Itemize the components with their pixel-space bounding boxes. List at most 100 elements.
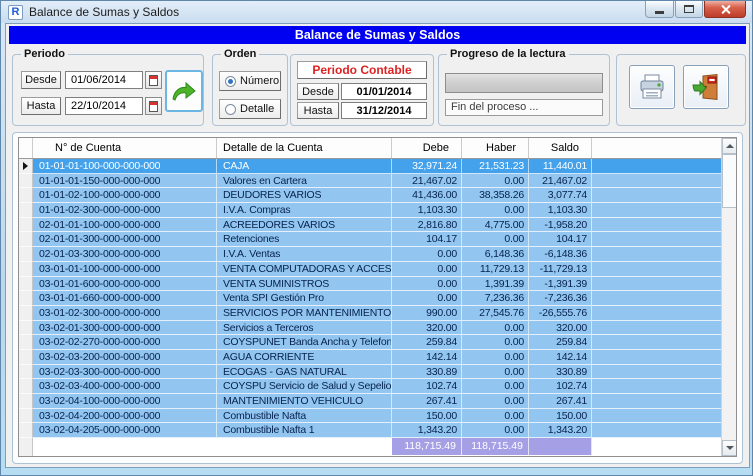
print-button[interactable]: [629, 65, 675, 109]
cell-cuenta: 02-01-03-300-000-000-000: [33, 247, 217, 262]
contable-hasta-button[interactable]: Hasta: [297, 102, 339, 119]
radio-option-detalle[interactable]: Detalle: [219, 99, 281, 119]
row-selector-cell: [19, 423, 33, 438]
totals-spacer: [217, 438, 392, 455]
cell-haber: 0.00: [462, 174, 529, 189]
titlebar[interactable]: R Balance de Sumas y Saldos: [1, 1, 752, 23]
periodo-hasta-button[interactable]: Hasta: [21, 97, 61, 115]
exit-button[interactable]: [683, 65, 729, 109]
table-row[interactable]: 03-02-03-200-000-000-000AGUA CORRIENTE14…: [19, 350, 736, 365]
table-row[interactable]: 02-01-03-300-000-000-000I.V.A. Ventas0.0…: [19, 247, 736, 262]
cell-filler: [592, 247, 736, 262]
table-row[interactable]: 03-02-04-200-000-000-000Combustible Naft…: [19, 409, 736, 424]
table-row[interactable]: 01-01-01-100-000-000-000CAJA32,971.2421,…: [19, 159, 736, 174]
row-selector-cell: [19, 262, 33, 277]
row-selector-cell: [19, 335, 33, 350]
table-row[interactable]: 03-02-03-400-000-000-000COYSPU Servicio …: [19, 379, 736, 394]
cell-debe: 150.00: [392, 409, 462, 424]
column-header[interactable]: Debe: [392, 138, 462, 158]
cell-filler: [592, 218, 736, 233]
scroll-down-button[interactable]: [722, 440, 737, 456]
table-row[interactable]: 03-01-01-100-000-000-000VENTA COMPUTADOR…: [19, 262, 736, 277]
cell-debe: 142.14: [392, 350, 462, 365]
vertical-scrollbar[interactable]: [721, 138, 736, 456]
periodo-desde-input[interactable]: 01/06/2014: [65, 71, 143, 89]
cell-filler: [592, 365, 736, 380]
table-row[interactable]: 01-01-02-100-000-000-000DEUDORES VARIOS4…: [19, 188, 736, 203]
cell-haber: 7,236.36: [462, 291, 529, 306]
cell-detalle: AGUA CORRIENTE: [217, 350, 392, 365]
table-row[interactable]: 02-01-01-300-000-000-000Retenciones104.1…: [19, 232, 736, 247]
cell-detalle: Combustible Nafta: [217, 409, 392, 424]
refresh-button[interactable]: [165, 70, 203, 112]
row-selector-cell: [19, 174, 33, 189]
table-row[interactable]: 03-02-01-300-000-000-000Servicios a Terc…: [19, 321, 736, 336]
contable-hasta-input[interactable]: 31/12/2014: [341, 102, 427, 119]
radio-icon: [225, 104, 236, 115]
table-row[interactable]: 01-01-01-150-000-000-000Valores en Carte…: [19, 174, 736, 189]
cell-debe: 320.00: [392, 321, 462, 336]
client-area: Balance de Sumas y Saldos Periodo Desde …: [5, 23, 750, 468]
cell-cuenta: 01-01-01-150-000-000-000: [33, 174, 217, 189]
close-icon: [720, 4, 731, 15]
table-row[interactable]: 03-01-01-600-000-000-000VENTA SUMINISTRO…: [19, 277, 736, 292]
cell-detalle: I.V.A. Ventas: [217, 247, 392, 262]
printer-icon: [637, 73, 667, 101]
periodo-hasta-input[interactable]: 22/10/2014: [65, 97, 143, 115]
column-header[interactable]: Detalle de la Cuenta: [217, 138, 392, 158]
exit-door-icon: [691, 72, 721, 102]
table-row[interactable]: 03-02-02-270-000-000-000COYSPUNET Banda …: [19, 335, 736, 350]
maximize-button[interactable]: [675, 1, 703, 18]
cell-detalle: COYSPUNET Banda Ancha y Telefonía: [217, 335, 392, 350]
column-header[interactable]: N° de Cuenta: [33, 138, 217, 158]
cell-saldo: 150.00: [529, 409, 592, 424]
cell-haber: 0.00: [462, 394, 529, 409]
table-row[interactable]: 03-02-04-205-000-000-000Combustible Naft…: [19, 423, 736, 438]
periodo-desde-calendar-button[interactable]: [145, 71, 162, 89]
column-header[interactable]: Saldo: [529, 138, 592, 158]
periodo-contable-groupbox: Periodo Contable Desde 01/01/2014 Hasta …: [290, 54, 434, 126]
table-row[interactable]: 03-02-03-300-000-000-000ECOGAS - GAS NAT…: [19, 365, 736, 380]
table-row[interactable]: 01-01-02-300-000-000-000I.V.A. Compras1,…: [19, 203, 736, 218]
cell-haber: 6,148.36: [462, 247, 529, 262]
contable-desde-button[interactable]: Desde: [297, 83, 339, 100]
cell-cuenta: 03-02-01-300-000-000-000: [33, 321, 217, 336]
table-row[interactable]: 03-01-01-660-000-000-000Venta SPI Gestió…: [19, 291, 736, 306]
cell-cuenta: 03-02-03-400-000-000-000: [33, 379, 217, 394]
contable-desde-input[interactable]: 01/01/2014: [341, 83, 427, 100]
periodo-desde-button[interactable]: Desde: [21, 71, 61, 89]
row-selector-cell: [19, 232, 33, 247]
cell-saldo: 320.00: [529, 321, 592, 336]
cell-haber: 4,775.00: [462, 218, 529, 233]
table-row[interactable]: 02-01-01-100-000-000-000ACREEDORES VARIO…: [19, 218, 736, 233]
minimize-button[interactable]: [645, 1, 674, 18]
cell-filler: [592, 262, 736, 277]
radio-option-numero[interactable]: Número: [219, 71, 281, 91]
cell-detalle: VENTA COMPUTADORAS Y ACCESORIO: [217, 262, 392, 277]
cell-haber: 0.00: [462, 232, 529, 247]
scrollbar-thumb[interactable]: [722, 154, 737, 208]
cell-filler: [592, 291, 736, 306]
app-window: R Balance de Sumas y Saldos Balance de S…: [0, 0, 753, 476]
cell-haber: 1,391.39: [462, 277, 529, 292]
cell-debe: 104.17: [392, 232, 462, 247]
row-selector-cell: [19, 188, 33, 203]
orden-label: Orden: [221, 47, 259, 61]
periodo-hasta-calendar-button[interactable]: [145, 97, 162, 115]
cell-cuenta: 03-01-01-100-000-000-000: [33, 262, 217, 277]
maximize-icon: [684, 5, 694, 13]
cell-cuenta: 03-01-01-600-000-000-000: [33, 277, 217, 292]
cell-filler: [592, 232, 736, 247]
cell-cuenta: 01-01-01-100-000-000-000: [33, 159, 217, 174]
table-row[interactable]: 03-01-02-300-000-000-000SERVICIOS POR MA…: [19, 306, 736, 321]
grid-body: 01-01-01-100-000-000-000CAJA32,971.2421,…: [19, 159, 736, 455]
scroll-up-icon: [726, 144, 734, 148]
cell-cuenta: 01-01-02-100-000-000-000: [33, 188, 217, 203]
table-row[interactable]: 03-02-04-100-000-000-000MANTENIMIENTO VE…: [19, 394, 736, 409]
row-selector-cell: [19, 321, 33, 336]
cell-filler: [592, 306, 736, 321]
close-button[interactable]: [704, 1, 746, 18]
column-header[interactable]: Haber: [462, 138, 529, 158]
cell-cuenta: 03-02-04-205-000-000-000: [33, 423, 217, 438]
scroll-up-button[interactable]: [722, 138, 737, 154]
